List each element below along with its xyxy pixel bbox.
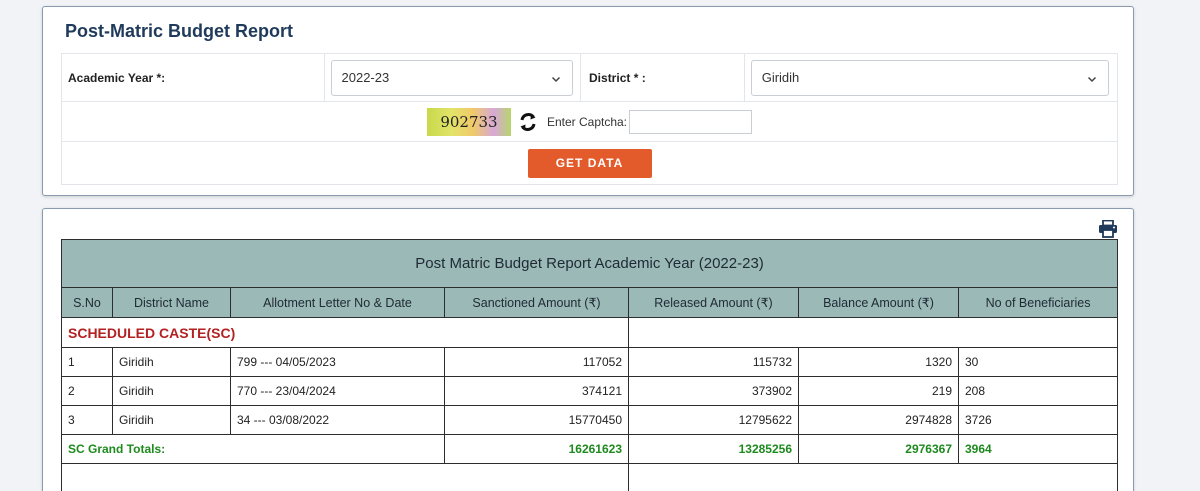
section-row-blank: [627, 317, 1119, 348]
cell-released: 12795622: [628, 405, 799, 435]
table-row: 3 Giridih 34 --- 03/08/2022 15770450 127…: [61, 405, 1119, 435]
cell-beneficiaries: 30: [957, 347, 1119, 377]
blank-row: [61, 463, 1119, 491]
total-balance: 2976367: [798, 434, 959, 464]
cell-letter: 770 --- 23/04/2024: [230, 376, 445, 406]
report-table: Post Matric Budget Report Academic Year …: [60, 239, 1119, 491]
section-title: SCHEDULED CASTE(SC): [61, 317, 629, 348]
total-sanctioned: 16261623: [444, 434, 629, 464]
cell-balance: 1320: [798, 347, 959, 377]
cell-released: 115732: [628, 347, 799, 377]
report-panel: Post Matric Budget Report Academic Year …: [42, 208, 1134, 491]
column-header: Allotment Letter No & Date: [230, 287, 445, 318]
academic-year-value: 2022-23: [341, 70, 390, 85]
cell-balance: 219: [798, 376, 959, 406]
filter-row-selects: Academic Year *: 2022-23 District * : Gi…: [62, 53, 1117, 102]
academic-year-cell: 2022-23: [323, 53, 581, 102]
cell-district: Giridih: [112, 347, 231, 377]
cell-sanctioned: 374121: [444, 376, 629, 406]
cell-district: Giridih: [112, 405, 231, 435]
captcha-input[interactable]: [629, 109, 753, 134]
cell-district: Giridih: [112, 376, 231, 406]
academic-year-label: Academic Year *:: [68, 70, 166, 85]
report-caption-row: Post Matric Budget Report Academic Year …: [60, 239, 1119, 288]
blank-cell: [627, 463, 1119, 491]
submit-row: GET DATA: [62, 142, 1117, 184]
district-label: District * :: [580, 53, 744, 102]
get-data-button[interactable]: GET DATA: [527, 148, 652, 178]
chevron-down-icon: [551, 76, 560, 82]
column-header: Balance Amount (₹): [798, 287, 959, 318]
column-header: No of Beneficiaries: [957, 287, 1119, 318]
captcha-label: Enter Captcha:: [546, 114, 628, 129]
column-header: District Name: [112, 287, 231, 318]
cell-sno: 1: [61, 347, 113, 377]
filter-form: Academic Year *: 2022-23 District * : Gi…: [61, 53, 1118, 185]
section-row: SCHEDULED CASTE(SC): [61, 317, 1119, 348]
page-title: Post-Matric Budget Report: [65, 21, 294, 41]
cell-letter: 34 --- 03/08/2022: [230, 405, 445, 435]
academic-year-select[interactable]: 2022-23: [330, 59, 573, 96]
total-beneficiaries: 3964: [957, 434, 1119, 464]
cell-sanctioned: 15770450: [444, 405, 629, 435]
chevron-down-icon: [1087, 76, 1096, 82]
captcha-row: 902733 Enter Captcha:: [62, 102, 1117, 142]
total-released: 13285256: [628, 434, 799, 464]
cell-beneficiaries: 208: [957, 376, 1119, 406]
refresh-icon[interactable]: [517, 109, 539, 135]
table-row: 1 Giridih 799 --- 04/05/2023 117052 1157…: [61, 347, 1119, 377]
cell-sno: 3: [61, 405, 113, 435]
blank-cell: [61, 463, 629, 491]
cell-sanctioned: 117052: [444, 347, 629, 377]
column-header: Sanctioned Amount (₹): [444, 287, 629, 318]
cell-balance: 2974828: [798, 405, 959, 435]
table-header-row: S.No District Name Allotment Letter No &…: [61, 287, 1119, 318]
filter-panel: Post-Matric Budget Report Academic Year …: [42, 6, 1134, 196]
district-value: Giridih: [761, 70, 800, 85]
column-header: S.No: [61, 287, 113, 318]
report-caption: Post Matric Budget Report Academic Year …: [60, 239, 1119, 288]
cell-released: 373902: [628, 376, 799, 406]
district-select[interactable]: Giridih: [750, 59, 1109, 96]
cell-beneficiaries: 3726: [957, 405, 1119, 435]
table-row: 2 Giridih 770 --- 23/04/2024 374121 3739…: [61, 376, 1119, 406]
district-cell: Giridih: [743, 53, 1117, 102]
print-icon[interactable]: [1098, 220, 1118, 238]
captcha-image: 902733: [426, 107, 511, 136]
totals-label: SC Grand Totals:: [61, 434, 445, 464]
cell-letter: 799 --- 04/05/2023: [230, 347, 445, 377]
column-header: Released Amount (₹): [628, 287, 799, 318]
totals-row: SC Grand Totals: 16261623 13285256 29763…: [61, 434, 1119, 464]
cell-sno: 2: [61, 376, 113, 406]
